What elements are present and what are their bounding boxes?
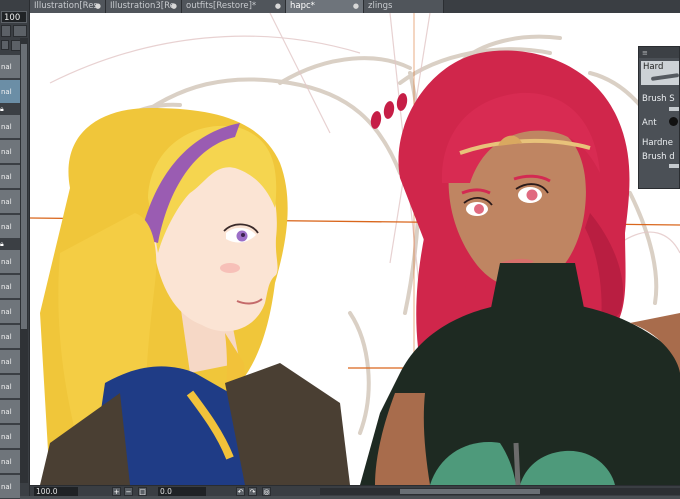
tab-zlings[interactable]: zlings <box>364 0 444 13</box>
layer-row[interactable]: nal <box>0 55 20 79</box>
anti-aliasing-label: Ant <box>642 118 657 128</box>
layer-row[interactable]: nal <box>0 115 20 139</box>
rotate-left-icon[interactable]: ↶ <box>236 487 245 496</box>
layer-lock-icon[interactable]: 🔒︎ <box>0 240 14 248</box>
anti-aliasing-dot-icon[interactable] <box>669 117 678 126</box>
layer-row[interactable]: nal <box>0 425 20 449</box>
document-tab-bar: Illustration[Res ● Illustration3[Re ● ou… <box>30 0 680 13</box>
settings-icon[interactable] <box>1 40 9 50</box>
brush-settings-panel: ≡ Hard Brush S Ant Hardne Brush d <box>638 46 680 189</box>
zoom-field[interactable]: 100 <box>1 11 27 23</box>
layer-row[interactable]: nal <box>0 215 20 239</box>
layer-row[interactable]: nal <box>0 350 20 374</box>
layer-row[interactable]: nal <box>0 275 20 299</box>
brush-density-label: Brush d <box>642 152 675 162</box>
brush-density-slider[interactable] <box>669 164 679 168</box>
close-tab-icon[interactable]: ● <box>353 0 359 13</box>
tab-label: outfits[Restore]* <box>186 1 257 11</box>
brush-preset-hard[interactable]: Hard <box>641 61 679 85</box>
layer-row[interactable]: nal <box>0 80 20 104</box>
tab-hapc[interactable]: hapc* ● <box>286 0 364 13</box>
close-tab-icon[interactable]: ● <box>275 0 281 13</box>
artwork <box>30 13 680 485</box>
layer-row[interactable]: nal <box>0 375 20 399</box>
tab-illustration3[interactable]: Illustration3[Re ● <box>106 0 182 13</box>
brush-size-slider[interactable] <box>669 107 679 111</box>
layer-scrollbar[interactable] <box>20 38 28 483</box>
tab-label: hapc* <box>290 1 315 11</box>
layer-row[interactable]: nal <box>0 190 20 214</box>
panel-grip-icon: ≡ <box>642 49 648 57</box>
tab-label: Illustration3[Re <box>110 1 175 11</box>
zoom-in-icon[interactable]: + <box>112 487 121 496</box>
layer-row[interactable]: nal <box>0 300 20 324</box>
hardness-label: Hardne <box>642 138 673 148</box>
layer-scrollbar-thumb[interactable] <box>21 44 27 329</box>
layer-row[interactable]: nal <box>0 400 20 424</box>
brush-stroke-preview-icon <box>650 73 679 81</box>
layer-lock-icon[interactable]: 🔒︎ <box>0 105 14 113</box>
brush-size-label: Brush S <box>642 94 675 104</box>
close-tab-icon[interactable]: ● <box>95 0 101 13</box>
rotation-readout[interactable]: 0.0 <box>158 487 206 496</box>
brush-preset-label: Hard <box>643 62 664 72</box>
status-bar: 100.0 + − □ 0.0 ↶ ↷ ◎ <box>30 485 680 496</box>
tab-label: Illustration[Res <box>34 1 98 11</box>
zoom-readout[interactable]: 100.0 <box>34 487 78 496</box>
tab-illustration[interactable]: Illustration[Res ● <box>30 0 106 13</box>
reset-rotation-icon[interactable]: ◎ <box>262 487 271 496</box>
horizontal-scrollbar-thumb[interactable] <box>400 489 540 494</box>
layer-row[interactable]: nal <box>0 450 20 474</box>
close-tab-icon[interactable]: ● <box>171 0 177 13</box>
layer-row[interactable]: nal <box>0 165 20 189</box>
panel-titlebar[interactable]: ≡ <box>639 47 679 58</box>
layer-row[interactable]: nal <box>0 325 20 349</box>
rotate-right-icon[interactable]: ↷ <box>248 487 257 496</box>
drawing-canvas[interactable] <box>30 13 680 485</box>
fit-view-icon[interactable]: □ <box>138 487 147 496</box>
left-panel: 100 nal nal 🔒︎ nal nal nal nal nal 🔒︎ nal nal nal na… <box>0 0 30 499</box>
layer-row[interactable]: nal <box>0 475 20 499</box>
layer-row[interactable]: nal <box>0 140 20 164</box>
transform-tool-icon[interactable] <box>1 25 11 37</box>
horizontal-scrollbar[interactable] <box>320 488 680 495</box>
tab-outfits[interactable]: outfits[Restore]* ● <box>182 0 286 13</box>
ruler-tool-icon[interactable] <box>13 25 27 37</box>
zoom-out-icon[interactable]: − <box>124 487 133 496</box>
layer-row[interactable]: nal <box>0 250 20 274</box>
tab-label: zlings <box>368 1 393 11</box>
